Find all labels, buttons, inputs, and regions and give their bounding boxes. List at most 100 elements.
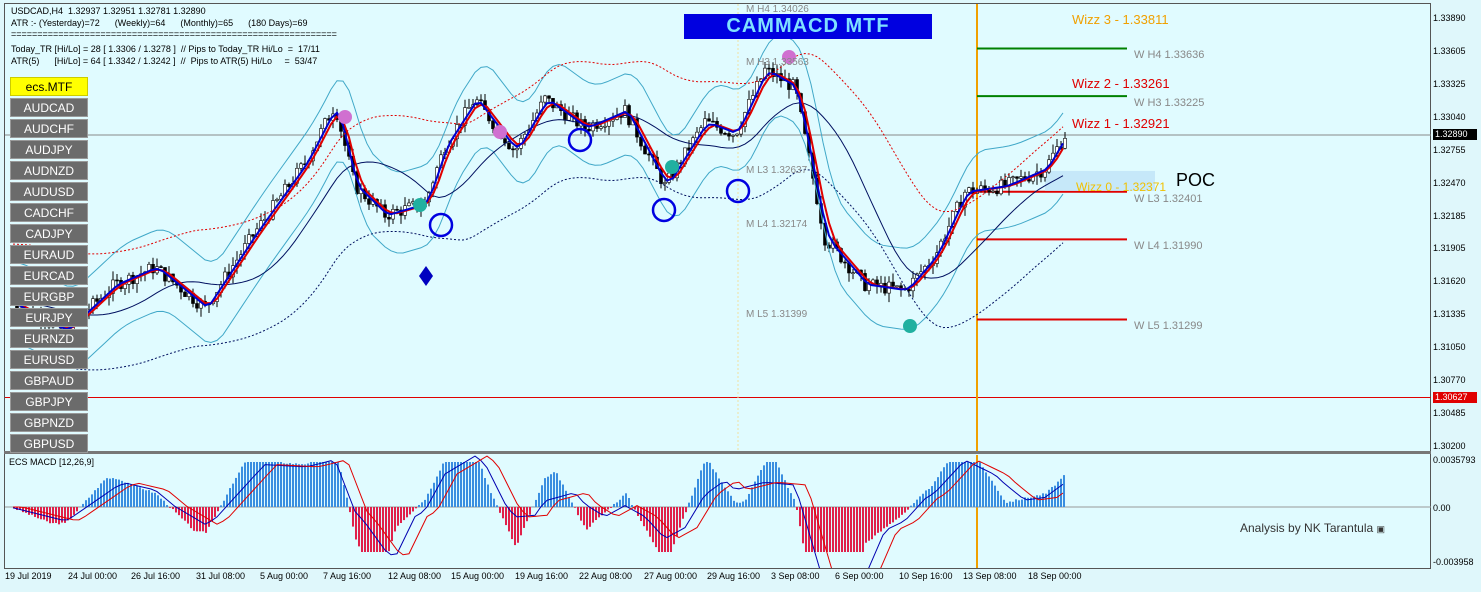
price-tick: 1.31905 — [1433, 243, 1466, 253]
macd-bar — [262, 462, 264, 507]
macd-bar — [409, 507, 411, 515]
candle-body — [995, 190, 999, 195]
ecs-mtf-button[interactable]: ecs.MTF — [10, 77, 88, 96]
poc-label: POC — [1176, 170, 1216, 190]
macd-bar — [346, 497, 348, 507]
macd-bar — [148, 490, 150, 507]
macd-bar — [790, 493, 792, 507]
wizz1-label: Wizz 1 - 1.32921 — [1072, 116, 1170, 131]
macd-bar — [472, 462, 474, 507]
close-icon[interactable]: ▣ — [1377, 524, 1386, 534]
macd-bar — [502, 507, 504, 519]
macd-bar — [535, 499, 537, 507]
macd-bar — [901, 507, 903, 515]
symbol-button-audusd[interactable]: AUDUSD — [10, 182, 88, 201]
atr5-line: ATR(5) [Hi/Lo] = 64 [ 1.3342 / 1.3242 ] … — [11, 56, 318, 66]
macd-bar — [1054, 485, 1056, 507]
candle-body — [467, 107, 471, 109]
macd-bar — [64, 507, 66, 523]
macd-bar — [568, 497, 570, 507]
macd-bar — [298, 464, 300, 507]
symbol-button-gbpjpy[interactable]: GBPJPY — [10, 392, 88, 411]
candle-body — [735, 133, 739, 136]
macd-bar — [445, 462, 447, 507]
macd-bar — [1015, 499, 1017, 507]
macd-bar — [1009, 501, 1011, 507]
macd-bar — [316, 462, 318, 507]
macd-bar — [418, 504, 420, 507]
monthly-h3-label: M H3 1.33563 — [746, 57, 809, 68]
symbol-button-eurgbp[interactable]: EURGBP — [10, 287, 88, 306]
macd-bar — [208, 507, 210, 527]
analysis-credit: Analysis by NK Tarantula ▣ — [1240, 521, 1385, 535]
pane-divider[interactable] — [4, 451, 1431, 454]
macd-bar — [553, 472, 555, 507]
macd-bar — [187, 507, 189, 524]
candlesticks — [11, 61, 1067, 336]
macd-bar — [772, 462, 774, 507]
time-tick: 26 Jul 16:00 — [131, 571, 181, 581]
symbol-button-audchf[interactable]: AUDCHF — [10, 119, 88, 138]
macd-bar — [295, 463, 297, 507]
price-tick: 1.32185 — [1433, 211, 1466, 221]
macd-bar — [238, 472, 240, 507]
title-banner: CAMMACD MTF — [684, 14, 932, 39]
macd-bar — [232, 483, 234, 507]
time-tick: 19 Jul 2019 — [5, 571, 52, 581]
candle-body — [723, 133, 727, 135]
macd-bar — [199, 507, 201, 532]
macd-bar — [976, 462, 978, 507]
macd-bar — [733, 500, 735, 507]
candle-body — [967, 187, 971, 193]
time-tick: 3 Sep 08:00 — [771, 571, 820, 581]
price-tick: 1.31050 — [1433, 342, 1466, 352]
macd-indicator-pane[interactable] — [5, 455, 1431, 568]
macd-bar — [97, 488, 99, 507]
candle-body — [299, 163, 303, 169]
symbol-button-eurjpy[interactable]: EURJPY — [10, 308, 88, 327]
candle-body — [95, 298, 99, 302]
macd-histogram — [13, 462, 1065, 552]
macd-bar — [685, 507, 687, 513]
macd-bar — [253, 462, 255, 507]
symbol-button-eurcad[interactable]: EURCAD — [10, 266, 88, 285]
macd-bar — [1060, 478, 1062, 507]
price-chart-pane[interactable] — [5, 4, 1431, 451]
symbol-button-cadchf[interactable]: CADCHF — [10, 203, 88, 222]
today-tr-line: Today_TR [Hi/Lo] = 28 [ 1.3306 / 1.3278 … — [11, 44, 320, 54]
macd-bar — [274, 462, 276, 507]
macd-bar — [394, 507, 396, 532]
macd-bar — [190, 507, 192, 529]
macd-bar — [304, 464, 306, 507]
symbol-button-cadjpy[interactable]: CADJPY — [10, 224, 88, 243]
symbol-button-gbpnzd[interactable]: GBPNZD — [10, 413, 88, 432]
macd-bar — [799, 507, 801, 527]
macd-bar — [943, 467, 945, 507]
symbol-button-eurnzd[interactable]: EURNZD — [10, 329, 88, 348]
teal-dot-marker — [903, 319, 917, 333]
macd-bar — [142, 489, 144, 507]
bollinger-upper-band — [12, 34, 1064, 287]
symbol-button-gbpaud[interactable]: GBPAUD — [10, 371, 88, 390]
macd-bar — [580, 507, 582, 521]
symbol-button-audjpy[interactable]: AUDJPY — [10, 140, 88, 159]
time-tick: 15 Aug 00:00 — [451, 571, 505, 581]
symbol-button-audnzd[interactable]: AUDNZD — [10, 161, 88, 180]
candle-body — [275, 199, 279, 201]
macd-bar — [631, 505, 633, 507]
price-tick: 1.30770 — [1433, 375, 1466, 385]
wizz3-label: Wizz 3 - 1.33811 — [1072, 12, 1169, 27]
candle-body — [183, 291, 187, 297]
macd-bar — [613, 503, 615, 507]
macd-bar — [898, 507, 900, 518]
symbol-button-eurusd[interactable]: EURUSD — [10, 350, 88, 369]
macd-bar — [721, 482, 723, 507]
teal-dot-marker — [413, 198, 427, 212]
macd-bar — [520, 507, 522, 536]
macd-bar — [388, 507, 390, 552]
macd-bar — [637, 507, 639, 516]
symbol-button-gbpusd[interactable]: GBPUSD — [10, 434, 88, 453]
symbol-button-audcad[interactable]: AUDCAD — [10, 98, 88, 117]
candle-body — [711, 120, 715, 123]
symbol-button-euraud[interactable]: EURAUD — [10, 245, 88, 264]
